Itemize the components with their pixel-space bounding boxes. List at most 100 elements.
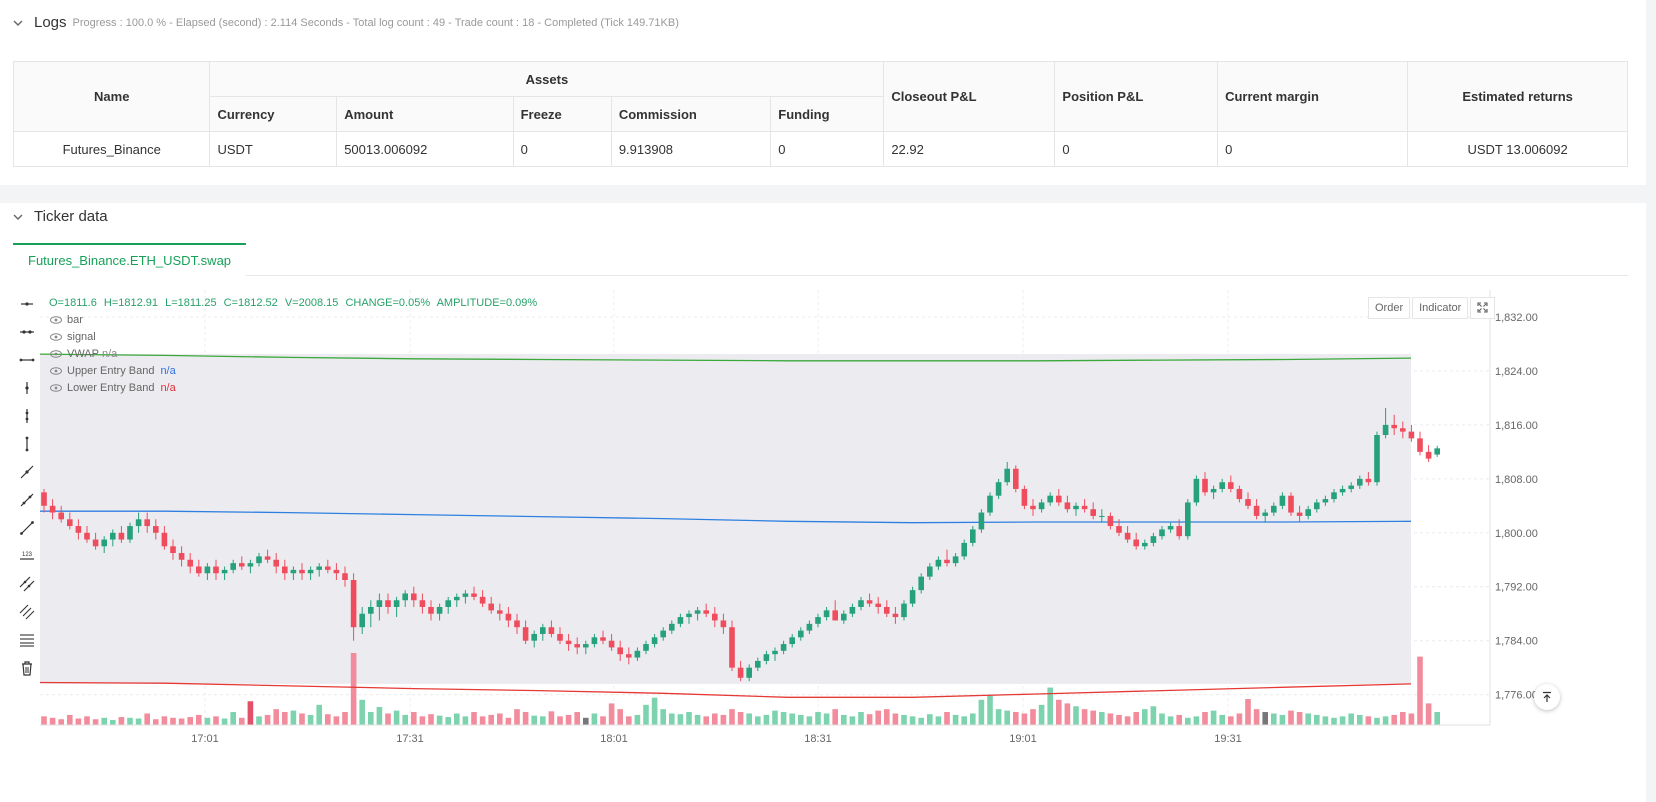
volume-bar <box>462 716 469 725</box>
time-axis: 17:01 17:31 18:01 18:31 19:01 19:31 <box>191 733 1242 745</box>
order-button[interactable]: Order <box>1368 297 1411 319</box>
volume-bar <box>815 712 821 725</box>
price-tick-label: 1,808.00 <box>1495 474 1538 486</box>
eye-icon[interactable] <box>50 350 62 358</box>
volume-bar <box>101 717 107 725</box>
ohlc-open: O=1811.6 <box>49 297 97 309</box>
chevron-down-icon[interactable] <box>12 17 24 29</box>
volume-bar <box>772 710 778 725</box>
legend-vwap[interactable]: VWAP n/a <box>50 348 117 360</box>
volume-bar <box>1391 714 1397 725</box>
volume-bar <box>1021 713 1028 725</box>
cell-freeze: 0 <box>512 131 612 167</box>
volume-bar <box>763 714 770 725</box>
volume-bar <box>1245 699 1251 725</box>
volume-bar <box>325 714 331 725</box>
candle-body <box>522 627 529 641</box>
arrow-up-icon <box>1543 691 1551 702</box>
volume-bar <box>1236 713 1243 725</box>
candle-body <box>221 569 228 574</box>
legend-bar[interactable]: bar <box>50 314 83 326</box>
time-tick-label: 18:01 <box>600 733 628 745</box>
table-row: Futures_Binance USDT 50013.006092 0 9.91… <box>12 131 1628 167</box>
volume-bar <box>832 709 838 725</box>
candle-body <box>1417 438 1423 452</box>
volume-bar <box>531 715 537 725</box>
candle-body <box>256 556 262 564</box>
volume-bar <box>1365 716 1372 725</box>
candle-body <box>333 569 340 574</box>
time-tick-label: 19:01 <box>1009 733 1037 745</box>
volume-bar <box>1210 710 1217 725</box>
volume-bar <box>497 713 503 725</box>
indicator-button[interactable]: Indicator <box>1412 297 1469 319</box>
candle-body <box>264 556 271 560</box>
volume-bar <box>316 704 322 725</box>
candle-body <box>1357 478 1363 486</box>
candle-body <box>557 633 563 641</box>
volume-bar <box>875 710 881 725</box>
eye-icon[interactable] <box>50 316 62 324</box>
volume-bar <box>961 716 967 725</box>
candle-body <box>1296 512 1303 516</box>
candle-body <box>1124 532 1131 540</box>
legend-value: n/a <box>102 348 118 360</box>
header-current-margin: Current margin <box>1217 61 1409 132</box>
volume-bar <box>995 709 1002 725</box>
volume-bar <box>1400 712 1406 725</box>
volume-bar <box>67 714 73 725</box>
ohlc-volume: V=2008.15 <box>284 297 339 309</box>
candle-body <box>1339 488 1346 493</box>
legend-label: bar <box>67 314 83 326</box>
header-commission: Commission <box>610 96 772 132</box>
candle-body <box>1167 526 1174 530</box>
volume-bar <box>144 713 150 725</box>
candle-body <box>978 512 985 530</box>
volume-bar <box>1296 712 1303 725</box>
legend-lower-band[interactable]: Lower Entry Band n/a <box>50 382 176 394</box>
volume-bar <box>712 713 718 725</box>
header-assets: Assets <box>209 61 885 97</box>
ticker-header[interactable]: Ticker data <box>12 208 108 225</box>
candle-body <box>488 603 494 611</box>
eye-icon[interactable] <box>50 367 62 375</box>
legend-signal[interactable]: signal <box>50 331 96 343</box>
tab-futures-binance-eth[interactable]: Futures_Binance.ETH_USDT.swap <box>13 243 247 276</box>
price-chart[interactable]: 1,832.00 1,824.00 1,816.00 1,808.00 1,800.00… <box>0 280 1646 780</box>
volume-bar <box>823 713 830 725</box>
candle-body <box>144 519 150 527</box>
scroll-to-top-button[interactable] <box>1534 684 1560 710</box>
volume-bar <box>41 716 47 725</box>
candle-body <box>686 613 692 618</box>
volume-bar <box>1322 716 1329 725</box>
volume-bar <box>1425 703 1432 725</box>
candle-body <box>1348 485 1354 489</box>
fullscreen-button[interactable] <box>1470 297 1496 319</box>
volume-bar <box>479 716 486 725</box>
volume-bar <box>1038 704 1045 725</box>
eye-icon[interactable] <box>50 384 62 392</box>
logs-title: Logs <box>34 14 67 31</box>
volume-bar <box>1013 712 1019 725</box>
candle-body <box>1073 505 1079 510</box>
legend-upper-band[interactable]: Upper Entry Band n/a <box>50 365 176 377</box>
logs-meta: Progress : 100.0 % - Elapsed (second) : … <box>72 16 679 29</box>
candle-body <box>178 553 185 560</box>
volume-bar <box>1090 710 1096 725</box>
price-tick-label: 1,784.00 <box>1495 636 1538 648</box>
page-scrollbar[interactable] <box>1646 0 1656 802</box>
candle-body <box>350 580 357 628</box>
candle-body <box>479 596 486 604</box>
candle-body <box>1314 502 1320 510</box>
volume-bar <box>273 709 279 725</box>
volume-bar <box>385 713 391 725</box>
chevron-down-icon[interactable] <box>12 211 24 223</box>
candle-body <box>1279 495 1286 506</box>
volume-bar <box>1124 716 1131 725</box>
candle-body <box>944 559 950 564</box>
price-tick-label: 1,824.00 <box>1495 366 1538 378</box>
eye-icon[interactable] <box>50 333 62 341</box>
price-tick-label: 1,792.00 <box>1495 582 1538 594</box>
logs-header[interactable]: Logs Progress : 100.0 % - Elapsed (secon… <box>12 14 679 31</box>
assets-table: Name Assets Closeout P&L Position P&L Cu… <box>12 61 1628 167</box>
